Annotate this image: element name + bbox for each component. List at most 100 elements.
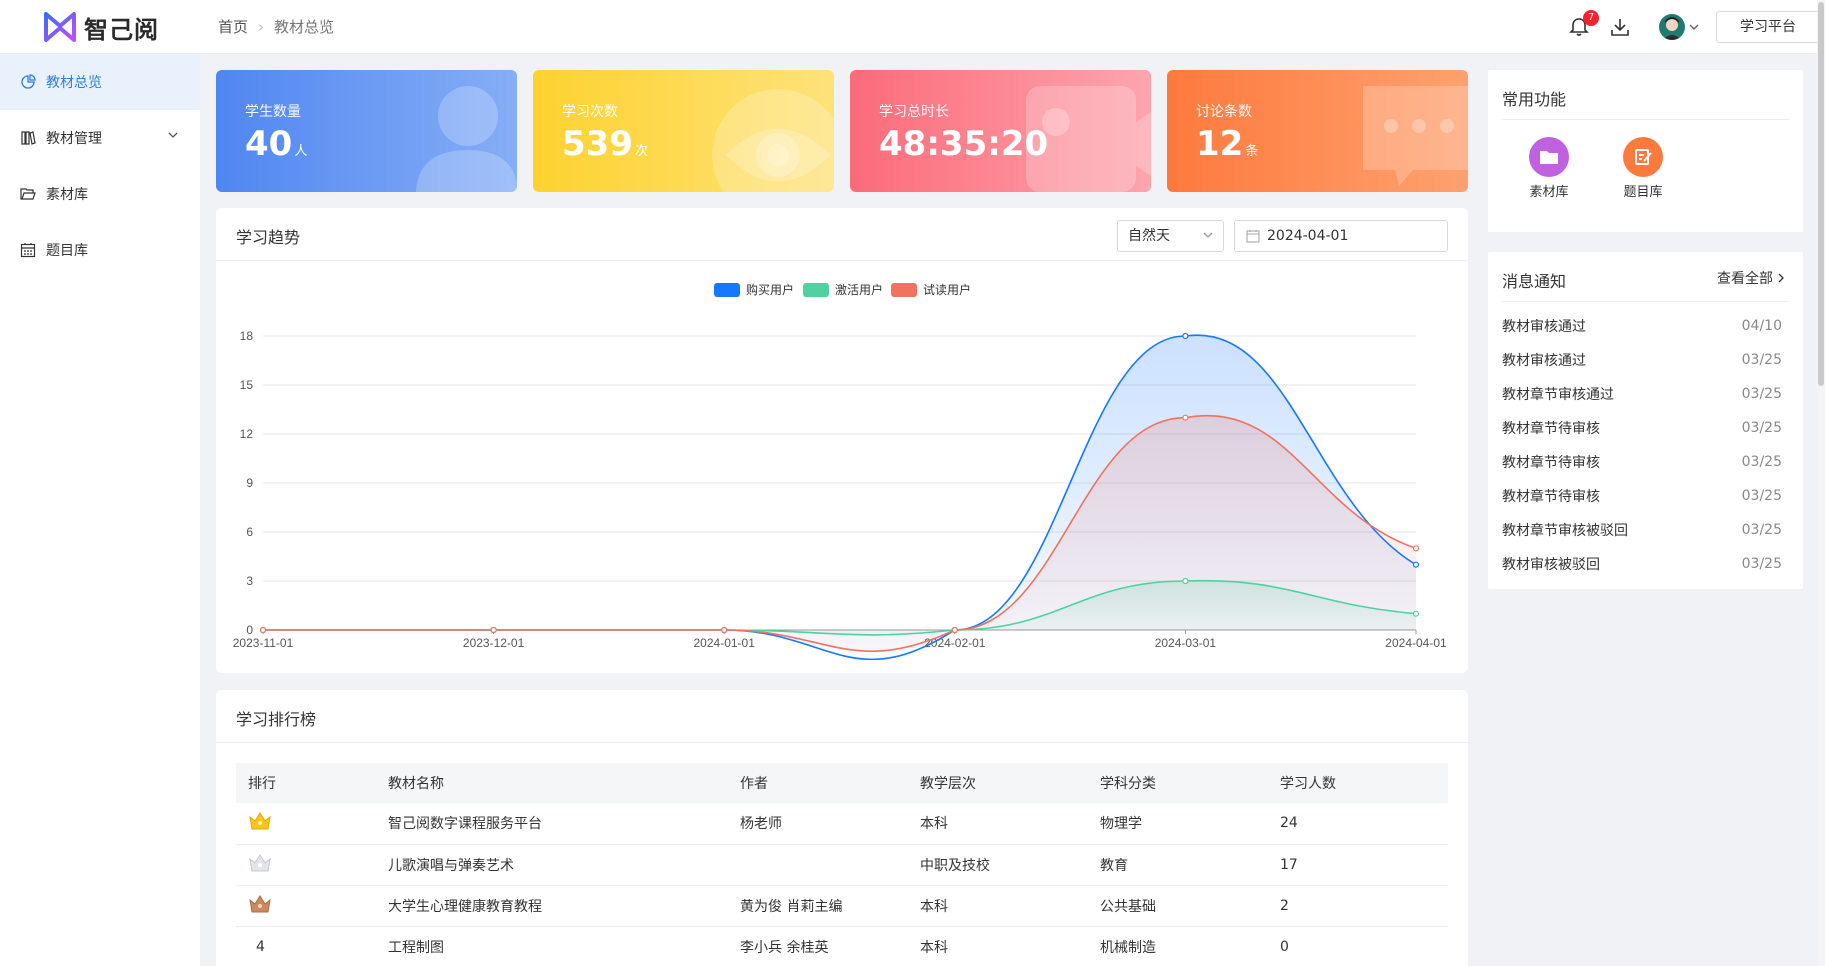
y-tick-label: 0 (246, 623, 253, 637)
table-row[interactable]: 4 工程制图 李小兵 余桂英 本科 机械制造 0 (236, 926, 1448, 966)
edit-doc-icon (1635, 149, 1652, 165)
breadcrumb-home[interactable]: 首页 (218, 16, 248, 37)
app-logo[interactable]: 智己阅 (44, 12, 159, 44)
rank-cell (236, 844, 376, 886)
message-text: 教材章节待审核 (1502, 489, 1600, 505)
quick-materials-button[interactable]: 素材库 (1519, 137, 1579, 200)
author-cell (728, 844, 908, 886)
message-text: 教材章节待审核 (1502, 421, 1600, 437)
stat-card-students: 学生数量 40 人 (216, 70, 517, 192)
divider (216, 260, 1468, 261)
data-point (490, 626, 497, 634)
table-row[interactable]: 儿歌演唱与弹奏艺术 中职及技校 教育 17 (236, 844, 1448, 886)
breadcrumb-separator: › (258, 17, 265, 36)
name-cell: 大学生心理健康教育教程 (376, 885, 728, 927)
message-item[interactable]: 教材章节待审核 03/25 (1502, 479, 1782, 513)
page-scrollbar[interactable] (1817, 0, 1825, 966)
sidebar-item-label: 素材库 (46, 187, 88, 203)
message-text: 教材章节审核被驳回 (1502, 523, 1628, 539)
y-tick-label: 12 (240, 427, 254, 441)
message-item[interactable]: 教材审核被驳回 03/25 (1502, 547, 1782, 581)
message-date: 03/25 (1741, 488, 1782, 504)
date-picker-value: 2024-04-01 (1267, 228, 1349, 244)
avatar-image-icon (1663, 17, 1681, 40)
legend-label: 购买用户 (746, 283, 795, 297)
author-cell: 黄为俊 肖莉主编 (728, 885, 908, 927)
sidebar-item-textbook-management[interactable]: 教材管理 (0, 110, 200, 166)
message-item[interactable]: 教材章节审核通过 03/25 (1502, 377, 1782, 411)
message-item[interactable]: 教材章节待审核 03/25 (1502, 411, 1782, 445)
table-row[interactable]: 大学生心理健康教育教程 黄为俊 肖莉主编 本科 公共基础 2 (236, 885, 1448, 927)
count-cell: 24 (1268, 803, 1448, 845)
message-item[interactable]: 教材审核通过 04/10 (1502, 309, 1782, 343)
column-header: 学科分类 (1088, 763, 1268, 803)
trend-title: 学习趋势 (236, 228, 301, 247)
user-avatar[interactable] (1659, 14, 1685, 40)
eye-icon (712, 89, 834, 192)
stat-value: 48:35:20 (879, 124, 1050, 164)
legend-item-activated[interactable]: 激活用户 (803, 281, 883, 298)
message-text: 教材审核通过 (1502, 353, 1586, 369)
subject-cell: 物理学 (1088, 803, 1268, 845)
x-tick-label: 2023-11-01 (233, 636, 294, 650)
message-date: 03/25 (1741, 454, 1782, 470)
stat-number: 12 (1196, 124, 1244, 164)
y-tick-label: 18 (240, 329, 254, 343)
quick-icon-circle (1529, 137, 1569, 177)
sidebar: 教材总览 教材管理 素材库 题目库 (0, 54, 200, 966)
table-row[interactable]: 智己阅数字课程服务平台 杨老师 本科 物理学 24 (236, 803, 1448, 845)
sidebar-item-materials[interactable]: 素材库 (0, 166, 200, 222)
legend-item-trial[interactable]: 试读用户 (891, 281, 971, 298)
folder-icon (20, 188, 36, 200)
message-item[interactable]: 教材章节审核被驳回 03/25 (1502, 513, 1782, 547)
ranking-title: 学习排行榜 (236, 710, 317, 729)
date-picker[interactable]: 2024-04-01 (1234, 220, 1448, 252)
chat-bubble-icon (1363, 86, 1468, 186)
y-tick-label: 9 (246, 476, 253, 490)
sidebar-item-overview[interactable]: 教材总览 (0, 54, 200, 110)
legend-label: 激活用户 (835, 283, 884, 297)
subject-cell: 教育 (1088, 844, 1268, 886)
name-cell: 工程制图 (376, 926, 728, 966)
logo-text: 智己阅 (84, 14, 159, 44)
learning-platform-button[interactable]: 学习平台 (1716, 11, 1820, 43)
count-cell: 17 (1268, 844, 1448, 886)
stat-card-study-count: 学习次数 539 次 (533, 70, 834, 192)
quick-question-bank-button[interactable]: 题目库 (1613, 137, 1673, 200)
chevron-down-icon[interactable] (1689, 23, 1699, 31)
message-date: 04/10 (1741, 318, 1782, 334)
chevron-right-icon (1778, 273, 1784, 283)
message-item[interactable]: 教材章节待审核 03/25 (1502, 445, 1782, 479)
x-tick-label: 2024-04-01 (1385, 636, 1447, 650)
data-point (1412, 561, 1420, 568)
subject-cell: 公共基础 (1088, 885, 1268, 927)
user-silhouette-icon (416, 86, 517, 192)
message-date: 03/25 (1741, 522, 1782, 538)
stat-label: 学习次数 (562, 104, 618, 120)
period-select[interactable]: 自然天 (1117, 220, 1224, 252)
name-cell: 智己阅数字课程服务平台 (376, 803, 728, 845)
data-point (951, 626, 958, 634)
stat-number: 48:35:20 (879, 124, 1049, 164)
stat-unit: 次 (634, 144, 648, 159)
scrollbar-thumb[interactable] (1818, 2, 1824, 386)
trend-chart: 0 3 6 9 12 15 18 2023-11-01 2023-12-01 2024-01-01… (233, 329, 1447, 660)
legend-label: 试读用户 (923, 283, 972, 297)
view-all-link[interactable]: 查看全部 (1717, 268, 1785, 288)
table-header-row: 排行 教材名称 作者 教学层次 学科分类 学习人数 (236, 763, 1448, 803)
book-icon (21, 131, 36, 145)
legend-swatch (891, 282, 917, 297)
message-item[interactable]: 教材审核通过 03/25 (1502, 343, 1782, 377)
author-cell: 李小兵 余桂英 (728, 926, 908, 966)
sidebar-item-label: 教材总览 (46, 75, 102, 91)
view-all-label: 查看全部 (1717, 271, 1773, 287)
stat-value: 539 次 (562, 124, 648, 164)
count-cell: 2 (1268, 885, 1448, 927)
sidebar-item-question-bank[interactable]: 题目库 (0, 222, 200, 278)
y-tick-label: 3 (246, 574, 253, 588)
download-icon[interactable] (1609, 16, 1631, 38)
y-tick-label: 15 (240, 378, 254, 392)
stat-card-study-duration: 学习总时长 48:35:20 (850, 70, 1151, 192)
legend-item-purchased[interactable]: 购买用户 (714, 281, 794, 298)
sidebar-item-label: 教材管理 (46, 131, 102, 147)
